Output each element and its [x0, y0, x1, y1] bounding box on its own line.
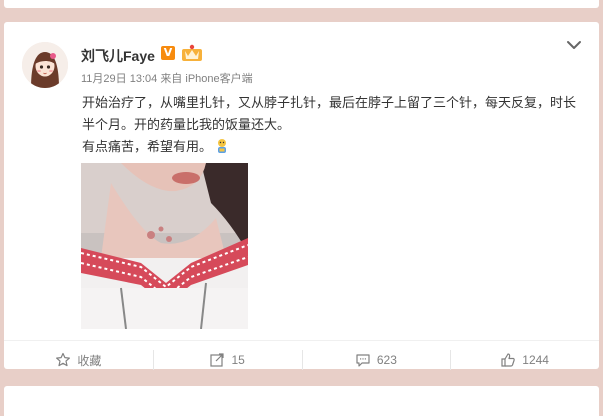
post-text-line-2: 有点痛苦，希望有用。 [82, 136, 582, 158]
comment-button[interactable]: 623 [301, 341, 451, 379]
source-prefix: 来自 [160, 73, 183, 85]
post-photo-image [81, 163, 248, 329]
action-bar: 收藏 15 623 1244 [4, 340, 599, 379]
weibo-post-card: 刘飞儿Faye V 11月29日 13:04 来自 iPhone客户端 开始治疗… [4, 22, 599, 370]
emoji-icon [218, 139, 227, 153]
avatar-image [22, 42, 68, 88]
like-icon [501, 353, 516, 367]
favorite-label: 收藏 [77, 353, 102, 368]
repost-count: 15 [231, 353, 245, 367]
post-text: 开始治疗了，从嘴里扎针，又从脖子扎针，最后在脖子上留了三个针，每天反复，时长半个… [82, 92, 582, 158]
repost-button[interactable]: 15 [152, 341, 302, 379]
star-icon [56, 352, 71, 367]
repost-icon [210, 353, 225, 367]
post-timestamp[interactable]: 11月29日 13:04 [81, 73, 157, 85]
chevron-down-icon[interactable] [564, 38, 584, 52]
avatar[interactable] [22, 42, 68, 88]
post-photo[interactable] [81, 163, 248, 329]
next-post-card [4, 386, 599, 416]
post-source[interactable]: iPhone客户端 [185, 73, 252, 85]
like-button[interactable]: 1244 [450, 341, 599, 379]
previous-post-card [4, 0, 599, 8]
verified-v-icon: V [161, 46, 175, 60]
comment-icon [356, 354, 370, 367]
member-crown-icon[interactable] [181, 44, 203, 62]
favorite-button[interactable]: 收藏 [4, 341, 153, 379]
post-text-line: 开始治疗了，从嘴里扎针，又从脖子扎针，最后在脖子上留了三个针，每天反复，时长半个… [82, 95, 577, 132]
post-text-line: 有点痛苦，希望有用。 [82, 139, 213, 154]
like-count: 1244 [522, 353, 549, 367]
comment-count: 623 [376, 353, 397, 367]
post-meta: 11月29日 13:04 来自 iPhone客户端 [81, 70, 253, 86]
author-name[interactable]: 刘飞儿Faye [81, 46, 155, 66]
